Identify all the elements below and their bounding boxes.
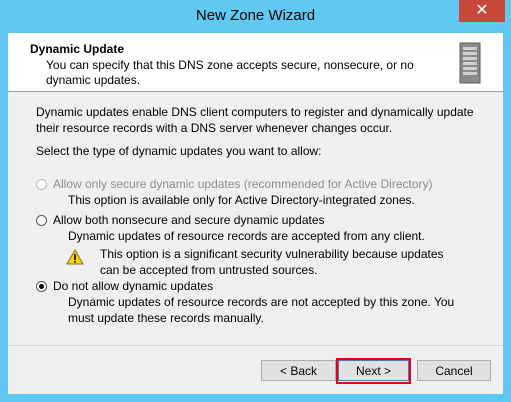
secure-updates-radio [36, 179, 47, 190]
cancel-button[interactable]: Cancel [417, 360, 491, 381]
nonsecure-secure-updates-label[interactable]: Allow both nonsecure and secure dynamic … [53, 213, 325, 227]
next-button-highlight [336, 358, 411, 384]
wizard-client-area: Dynamic Update You can specify that this… [8, 33, 503, 394]
intro-text: Dynamic updates enable DNS client comput… [36, 105, 474, 135]
title-bar[interactable]: New Zone Wizard ✕ [0, 0, 511, 34]
no-dynamic-updates-description: Dynamic updates of resource records are … [68, 295, 455, 325]
wizard-header: Dynamic Update You can specify that this… [8, 33, 503, 92]
window-title: New Zone Wizard [195, 7, 316, 24]
wizard-window: New Zone Wizard ✕ Dynamic Update You can… [0, 0, 511, 402]
security-warning-text: This option is a significant security vu… [100, 247, 444, 277]
radio-selected-dot [39, 284, 44, 289]
nonsecure-secure-updates-description: Dynamic updates of resource records are … [68, 229, 425, 243]
page-title: Dynamic Update [30, 42, 125, 56]
nonsecure-secure-updates-radio[interactable] [36, 215, 47, 226]
no-dynamic-updates-radio[interactable] [36, 281, 47, 292]
close-button[interactable]: ✕ [459, 0, 505, 22]
footer-divider [8, 345, 503, 346]
page-subtitle: You can specify that this DNS zone accep… [46, 58, 414, 87]
server-icon [459, 42, 481, 84]
back-button[interactable]: < Back [261, 360, 336, 381]
prompt-text: Select the type of dynamic updates you w… [36, 144, 322, 158]
secure-updates-description: This option is available only for Active… [68, 193, 415, 207]
secure-updates-label: Allow only secure dynamic updates (recom… [53, 177, 433, 191]
warning-icon [66, 249, 84, 265]
no-dynamic-updates-label[interactable]: Do not allow dynamic updates [53, 279, 213, 293]
